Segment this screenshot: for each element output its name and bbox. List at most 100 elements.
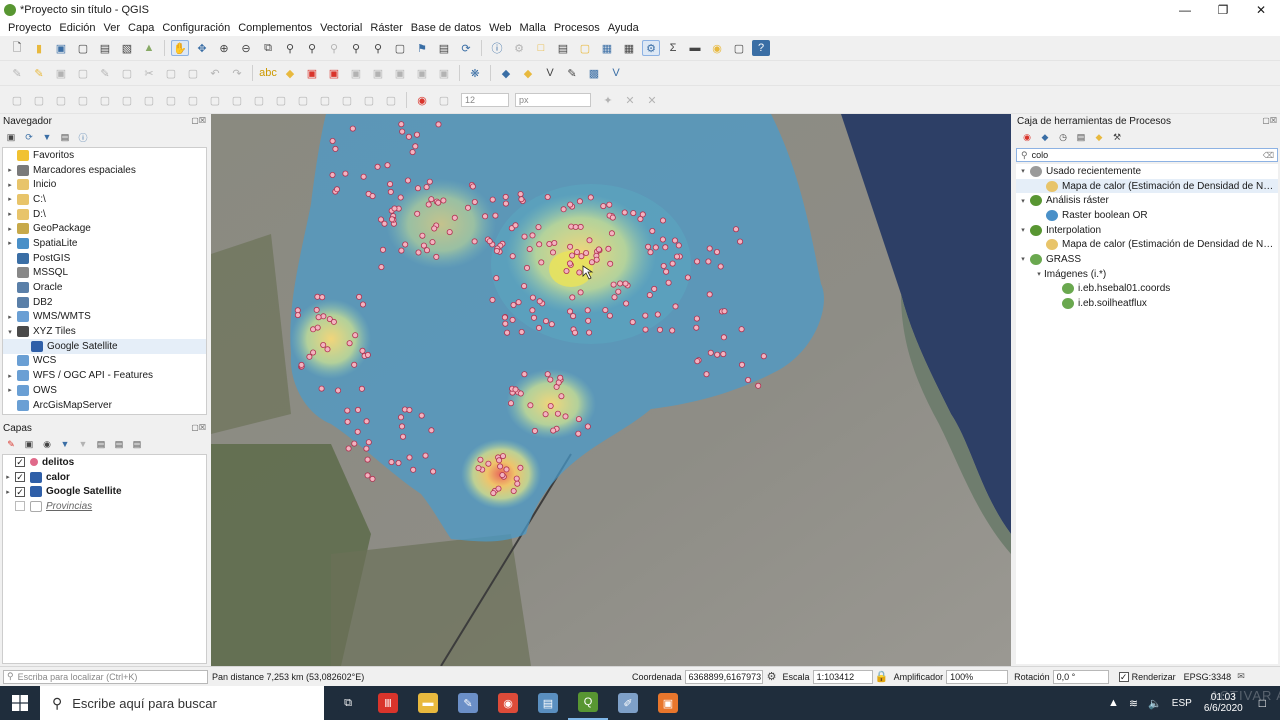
expand-arrow-icon[interactable]: ▾	[1034, 270, 1044, 278]
expand-arrow-icon[interactable]: ▸	[5, 166, 15, 174]
close-icon[interactable]: ✕	[1242, 3, 1280, 17]
red-app-icon[interactable]: Ⅲ	[368, 686, 408, 720]
processing-search-input[interactable]: colo	[1032, 150, 1263, 160]
map-canvas[interactable]	[211, 114, 1011, 666]
coordinate-input[interactable]: 6368899,6167973	[684, 669, 763, 684]
add-ring-icon[interactable]: ▢	[96, 92, 114, 108]
vertex-tool-icon[interactable]: ✎	[96, 65, 114, 81]
open-project-icon[interactable]: ▮	[30, 40, 48, 56]
clear-search-icon[interactable]: ⌫	[1263, 151, 1274, 160]
panel-float-close-icon[interactable]: ▢☒	[191, 423, 206, 432]
font-size-input[interactable]: 12	[461, 93, 509, 107]
map-tips-icon[interactable]: ◉	[708, 40, 726, 56]
navigator-item-spatialite[interactable]: ▸ SpatiaLite	[3, 236, 206, 251]
layer-visibility-checkbox[interactable]: ✓	[15, 472, 25, 483]
expand-arrow-icon[interactable]: ▸	[3, 473, 13, 481]
save-edits-icon[interactable]: ▣	[52, 65, 70, 81]
properties-icon[interactable]: ⓘ	[76, 130, 90, 144]
navigator-item-inicio[interactable]: ▸ Inicio	[3, 177, 206, 192]
layout-manager-icon[interactable]: ▧	[118, 40, 136, 56]
minimize-icon[interactable]: —	[1166, 3, 1204, 17]
print-layout-icon[interactable]: ▤	[96, 40, 114, 56]
actions-icon[interactable]: ⚙	[510, 40, 528, 56]
maximize-icon[interactable]: ❐	[1204, 3, 1242, 17]
zoom-native-icon[interactable]: ⚲	[325, 40, 343, 56]
processing-item-raster-boolean-or[interactable]: Raster boolean OR	[1016, 208, 1278, 223]
menu-ayuda[interactable]: Ayuda	[608, 22, 639, 34]
zoom-layer-icon[interactable]: ⚲	[303, 40, 321, 56]
save-as-icon[interactable]: ▢	[74, 40, 92, 56]
options-icon[interactable]: ⚒	[1110, 130, 1124, 144]
statistics-icon[interactable]: Σ	[664, 40, 682, 56]
menu-configuracion[interactable]: Configuración	[162, 22, 230, 34]
paint-icon[interactable]: ✎	[448, 686, 488, 720]
pin-labels-icon[interactable]: ▣	[303, 65, 321, 81]
unit-select[interactable]: px	[515, 93, 591, 107]
pan-to-selection-icon[interactable]: ✥	[193, 40, 211, 56]
refresh-browser-icon[interactable]: ⟳	[22, 130, 36, 144]
tracing-icon[interactable]: ✦	[599, 92, 617, 108]
move-feature-icon[interactable]: ▢	[30, 92, 48, 108]
layer-item-provincias[interactable]: Provincias	[3, 499, 206, 514]
layer-item-calor[interactable]: ▸ ✓ calor	[3, 470, 206, 485]
new-map-view-icon[interactable]: ▢	[391, 40, 409, 56]
add-layer-icon[interactable]: ◆	[497, 65, 515, 81]
rotation-input[interactable]: 0,0 °	[1052, 669, 1109, 684]
navigator-item-wfs-ogc-api-features[interactable]: ▸ WFS / OGC API - Features	[3, 368, 206, 383]
show-hide-labels-icon[interactable]: ▣	[413, 65, 431, 81]
expand-arrow-icon[interactable]: ▸	[5, 225, 15, 233]
show-bookmarks-icon[interactable]: ▤	[435, 40, 453, 56]
label-tool-icon[interactable]: abc	[259, 65, 277, 81]
deselect-icon[interactable]: ▢	[576, 40, 594, 56]
add-csv-icon[interactable]: ✎	[563, 65, 581, 81]
menu-web[interactable]: Web	[489, 22, 511, 34]
menu-edicion[interactable]: Edición	[59, 22, 95, 34]
menu-proyecto[interactable]: Proyecto	[8, 22, 51, 34]
remove-layer-icon[interactable]: ▤	[130, 437, 144, 451]
zoom-in-icon[interactable]: ⊕	[215, 40, 233, 56]
redo-icon[interactable]: ↷	[228, 65, 246, 81]
expand-arrow-icon[interactable]: ▾	[1018, 255, 1028, 263]
add-vector-icon[interactable]: ◆	[519, 65, 537, 81]
panel-float-close-icon[interactable]: ▢☒	[1262, 116, 1277, 125]
taskbar-search-box[interactable]: ⚲ Escribe aquí para buscar	[40, 686, 324, 720]
new-bookmark-icon[interactable]: ⚑	[413, 40, 431, 56]
expand-arrow-icon[interactable]: ▸	[5, 181, 15, 189]
processing-item-interpolation[interactable]: ▾ Interpolation	[1016, 223, 1278, 238]
expand-arrow-icon[interactable]: ▾	[1018, 226, 1028, 234]
menu-malla[interactable]: Malla	[520, 22, 546, 34]
filter-browser-icon[interactable]: ▼	[40, 130, 54, 144]
menu-capa[interactable]: Capa	[128, 22, 154, 34]
delete-ring-icon[interactable]: ▢	[162, 92, 180, 108]
network-icon[interactable]: ▲	[1108, 697, 1119, 709]
results-icon[interactable]: ▤	[1074, 130, 1088, 144]
navigator-item-arcgismapserver[interactable]: ArcGisMapServer	[3, 398, 206, 413]
processing-item-imagenes-i[interactable]: ▾ Imágenes (i.*)	[1016, 267, 1278, 282]
processing-item-mapa-de-calor-estimacion-de-densidad-de-n[interactable]: Mapa de calor (Estimación de Densidad de…	[1016, 178, 1278, 194]
panel-float-close-icon[interactable]: ▢☒	[191, 116, 206, 125]
menu-procesos[interactable]: Procesos	[554, 22, 600, 34]
menu-raster[interactable]: Ráster	[370, 22, 402, 34]
navigator-item-geopackage[interactable]: ▸ GeoPackage	[3, 221, 206, 236]
measure-icon[interactable]: ▬	[686, 40, 704, 56]
processing-item-analisis-raster[interactable]: ▾ Análisis ráster	[1016, 193, 1278, 208]
move-label-icon[interactable]: ▣	[347, 65, 365, 81]
zoom-out-icon[interactable]: ⊖	[237, 40, 255, 56]
add-virtual-icon[interactable]: V	[607, 65, 625, 81]
processing-item-grass[interactable]: ▾ GRASS	[1016, 252, 1278, 267]
save-project-icon[interactable]: ▣	[52, 40, 70, 56]
navigator-item-xyz-tiles[interactable]: ▾ XYZ Tiles	[3, 324, 206, 339]
manage-themes-icon[interactable]: ◉	[40, 437, 54, 451]
menu-base-de-datos[interactable]: Base de datos	[411, 22, 481, 34]
add-part-icon[interactable]: ▢	[118, 92, 136, 108]
processing-item-i-eb-hsebal01-coords[interactable]: i.eb.hsebal01.coords	[1016, 282, 1278, 297]
qgis-taskbar-icon[interactable]: Q	[568, 686, 608, 720]
locator-input[interactable]: ⚲ Escriba para localizar (Ctrl+K)	[3, 669, 208, 684]
copy-icon[interactable]: ▢	[162, 65, 180, 81]
crs-label[interactable]: EPSG:3348	[1184, 672, 1232, 682]
delete-part-icon[interactable]: ▢	[184, 92, 202, 108]
collapse-all-icon[interactable]: ▤	[58, 130, 72, 144]
snapping-icon[interactable]: ▢	[435, 92, 453, 108]
scripts-icon[interactable]: ◆	[1038, 130, 1052, 144]
layer-visibility-checkbox[interactable]: ✓	[15, 457, 25, 468]
